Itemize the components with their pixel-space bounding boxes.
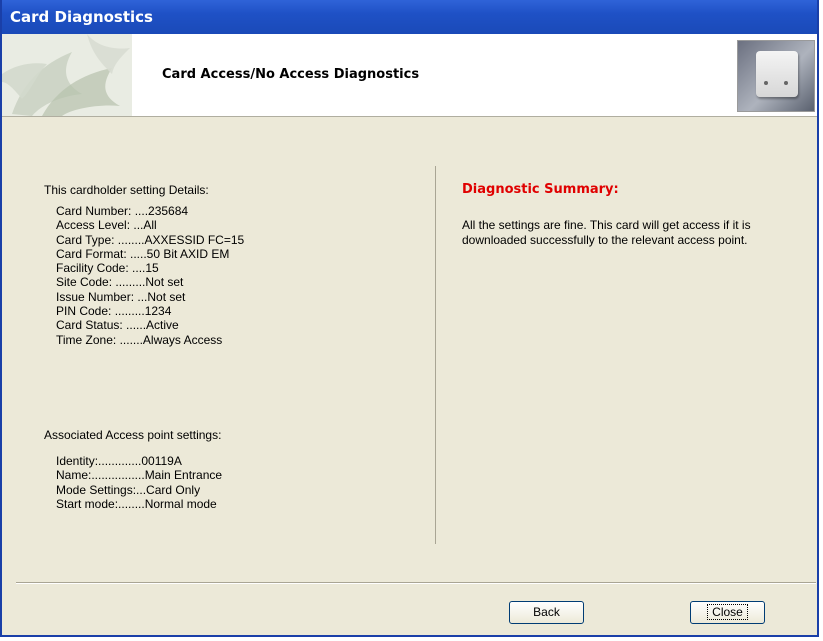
card-format-row: Card Format: .....50 Bit AXID EM <box>56 246 230 261</box>
diagnostic-summary-title: Diagnostic Summary: <box>462 182 619 197</box>
footer-separator <box>16 582 816 584</box>
ivy-leaf-graphic <box>2 34 132 116</box>
banner-title: Card Access/No Access Diagnostics <box>162 67 420 82</box>
access-point-heading: Associated Access point settings: <box>44 428 222 442</box>
card-reader-image <box>737 40 815 112</box>
access-point-details: Identity:.............00119A Name:......… <box>56 454 222 511</box>
cardholder-heading: This cardholder setting Details: <box>44 183 209 197</box>
diagnostic-summary-text: All the settings are fine. This card wil… <box>462 218 751 247</box>
facility-code-row: Facility Code: ....15 <box>56 261 159 276</box>
name-row: Name:................Main Entrance <box>56 468 223 483</box>
back-button-label: Back <box>533 605 560 619</box>
card-diagnostics-window: Card Diagnostics Card Access/No Access D… <box>0 0 819 637</box>
reader-led <box>764 81 768 85</box>
title-bar[interactable]: Card Diagnostics <box>2 0 817 34</box>
access-level-row: Access Level: ...All <box>56 218 157 233</box>
site-code-row: Site Code: .........Not set <box>56 275 184 290</box>
cardholder-details: Card Number: ....235684 Access Level: ..… <box>56 204 244 347</box>
issue-number-row: Issue Number: ...Not set <box>56 289 186 304</box>
card-type-row: Card Type: ........AXXESSID FC=15 <box>56 232 245 247</box>
window-title: Card Diagnostics <box>10 8 153 26</box>
reader-device <box>756 51 798 97</box>
back-button[interactable]: Back <box>509 601 584 624</box>
mode-settings-row: Mode Settings:...Card Only <box>56 482 201 497</box>
card-status-row: Card Status: ......Active <box>56 318 179 333</box>
header-banner: Card Access/No Access Diagnostics <box>2 34 817 117</box>
close-button-label: Close <box>707 604 748 620</box>
reader-led <box>784 81 788 85</box>
close-button[interactable]: Close <box>690 601 765 624</box>
time-zone-row: Time Zone: .......Always Access <box>56 332 223 347</box>
card-number-row: Card Number: ....235684 <box>56 204 189 218</box>
vertical-divider <box>435 166 436 544</box>
identity-row: Identity:.............00119A <box>56 454 182 468</box>
start-mode-row: Start mode:........Normal mode <box>56 496 217 511</box>
pin-code-row: PIN Code: .........1234 <box>56 304 172 319</box>
